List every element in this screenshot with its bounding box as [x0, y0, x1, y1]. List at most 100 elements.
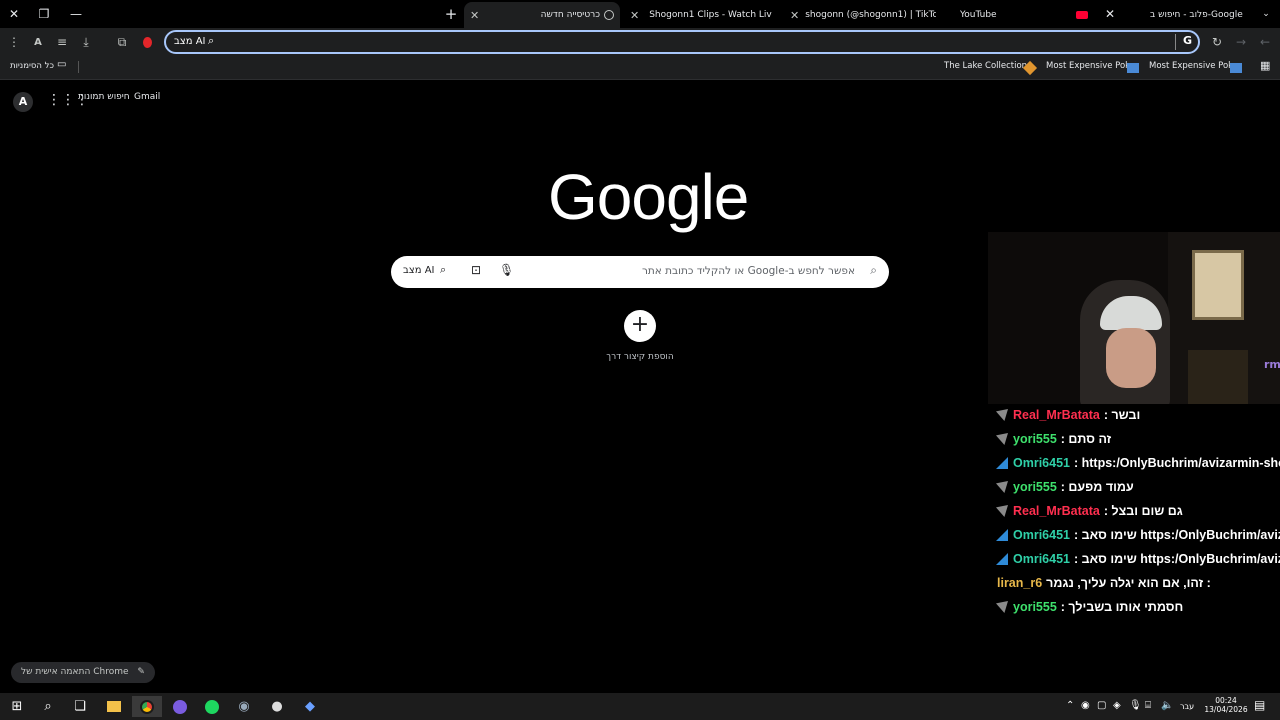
forward-icon[interactable]: → [1231, 32, 1251, 52]
chat-text: : עמוד מפעם [1060, 480, 1134, 494]
chat-message: liran_r6 זהו, אם הוא יגלה עליך, נגמר : [994, 571, 1280, 595]
chat-message: yori555: זה סתם [994, 427, 1280, 451]
subscriber-badge-icon [996, 553, 1008, 565]
tray-app-icon[interactable]: ◉ [1081, 700, 1090, 711]
account-avatar[interactable]: A [13, 92, 33, 112]
apps-grid-icon[interactable]: ▦ [1260, 59, 1270, 72]
bookmark-item[interactable]: Most Expensive Pok... [1046, 61, 1138, 71]
gmail-link[interactable]: Gmail [134, 92, 160, 102]
wall-poster [1192, 250, 1244, 320]
bookmarks-bar: כל הסימניות ▭ The Lake Collection... Mos… [0, 56, 1280, 80]
tab-search-icon[interactable]: ⌄ [1252, 0, 1280, 28]
search-input[interactable]: אפשר לחפש ב-Google או להקליד כתובת אתר [642, 265, 855, 277]
download-icon[interactable]: ⤓ [76, 32, 96, 52]
ai-search-icon: ⌕ [208, 34, 215, 47]
google-lens-icon[interactable]: G [1183, 34, 1192, 47]
tab-kick[interactable]: ✕ Shogonn1 Clips - Watch Liv [624, 4, 774, 26]
images-link[interactable]: חיפוש תמונות [78, 92, 130, 102]
chat-username[interactable]: liran_r6 [997, 576, 1042, 590]
search-box[interactable]: מצב AI ⌕ ⊡ 🎙 אפשר לחפש ב-Google או להקלי… [391, 256, 889, 288]
chat-badge-icon [996, 409, 1008, 421]
extension-red-icon[interactable] [137, 32, 157, 52]
google-lens-icon[interactable]: ⊡ [471, 263, 481, 277]
chat-username[interactable]: Omri6451 [1013, 552, 1070, 566]
tab-youtube[interactable]: YouTube [944, 4, 1094, 26]
app-icon[interactable] [169, 696, 191, 717]
tray-app-icon[interactable]: ◈ [1113, 700, 1121, 711]
tab-title: shogonn (@shogonn1) | TikTok [805, 10, 936, 20]
customize-label: התאמה אישית של Chrome [21, 667, 129, 677]
extensions-icon[interactable]: ⧉ [112, 32, 132, 52]
bookmark-item[interactable]: Most Expensive Pok... [1149, 61, 1241, 71]
steam-icon[interactable]: ◉ [233, 696, 255, 717]
tab-google-search[interactable]: פלוב - חיפוש ב-Google [1120, 4, 1250, 26]
spotify-icon[interactable] [201, 696, 223, 717]
mic-icon[interactable]: 🎙 [499, 263, 514, 277]
search-icon[interactable]: ⌕ [37, 696, 59, 717]
file-explorer-icon[interactable] [103, 696, 125, 717]
chat-username[interactable]: Real_MrBatata [1013, 408, 1100, 422]
clock[interactable]: 00:24 13/04/2026 [1204, 696, 1248, 714]
close-tab-icon[interactable]: ✕ [470, 9, 479, 22]
mic-icon[interactable]: 🎙 [1129, 700, 1142, 711]
task-view-icon[interactable]: ❏ [69, 696, 91, 717]
menu-icon[interactable]: ⋮ [4, 32, 24, 52]
chat-username[interactable]: Omri6451 [1013, 528, 1070, 542]
reload-icon[interactable]: ↻ [1207, 32, 1227, 52]
tab-new-tab[interactable]: ✕ כרטיסייה חדשה [464, 2, 620, 28]
chat-text: : חסמתי אותו בשבילך [1060, 600, 1184, 614]
new-tab-button[interactable]: + [437, 0, 465, 28]
chrome-taskbar-icon[interactable] [132, 696, 162, 717]
network-icon[interactable]: ⌸ [1145, 700, 1151, 711]
ai-mode-button[interactable]: מצב AI [403, 265, 434, 276]
customize-chrome-button[interactable]: התאמה אישית של Chrome ✎ [11, 662, 155, 683]
address-bar[interactable]: מצב AI ⌕ G [164, 30, 1200, 54]
chat-badge-icon [996, 481, 1008, 493]
tab-tiktok[interactable]: ✕ shogonn (@shogonn1) | TikTok ♪ [784, 4, 936, 26]
chat-username[interactable]: yori555 [1013, 600, 1057, 614]
close-window-icon[interactable]: ✕ [0, 0, 28, 28]
chat-text: : גם שום ובצל [1103, 504, 1183, 518]
volume-icon[interactable]: 🔈 [1161, 700, 1173, 711]
chat-message: Real_MrBatata: ובשר [994, 403, 1280, 427]
reading-list-icon[interactable]: ≡ [52, 32, 72, 52]
tab-strip: ✕ ❐ — + ✕ כרטיסייה חדשה ✕ Shogonn1 Clips… [0, 0, 1280, 28]
app-blue-icon[interactable]: ◆ [299, 696, 321, 717]
subscriber-badge-icon [996, 529, 1008, 541]
windows-taskbar: ⊞ ⌕ ❏ ◉ ● ◆ ⌃ ◉ ▢ ◈ 🎙 ⌸ 🔈 עבר 00:24 13/0… [0, 693, 1280, 720]
chat-username[interactable]: Real_MrBatata [1013, 504, 1100, 518]
pencil-icon: ✎ [137, 667, 145, 677]
subscriber-badge-icon [996, 457, 1008, 469]
tray-chevron-icon[interactable]: ⌃ [1066, 700, 1074, 711]
start-icon[interactable]: ⊞ [6, 696, 28, 717]
chat-text: : https:/OnlyBuchrim/avizarmin-sho [1073, 456, 1280, 470]
language-indicator[interactable]: עבר [1180, 702, 1194, 711]
minimize-window-icon[interactable]: — [62, 0, 90, 28]
chat-message: Omri6451: https:/OnlyBuchrim/avizarmin-s… [994, 451, 1280, 475]
folder-icon: ▭ [57, 59, 67, 70]
stream-chat: Real_MrBatata: ובשר yori555: זה סתם Omri64… [994, 403, 1280, 619]
tray-app-icon[interactable]: ▢ [1097, 700, 1106, 711]
chat-username[interactable]: yori555 [1013, 480, 1057, 494]
overlay-text: rm [1264, 358, 1280, 371]
chat-text: זהו, אם הוא יגלה עליך, נגמר : [1046, 576, 1211, 590]
github-icon[interactable]: ● [266, 696, 288, 717]
tab-title: כרטיסייה חדשה [540, 10, 600, 20]
close-tab-icon[interactable]: ✕ [790, 9, 799, 22]
add-shortcut-button[interactable]: + [624, 310, 656, 342]
all-bookmarks-label[interactable]: כל הסימניות [10, 61, 54, 71]
tab-title: YouTube [960, 10, 997, 20]
google-logo: Google [548, 161, 749, 233]
chat-message: yori555: חסמתי אותו בשבילך [994, 595, 1280, 619]
restore-window-icon[interactable]: ❐ [30, 0, 58, 28]
back-icon[interactable]: ← [1255, 32, 1275, 52]
chat-message: Omri6451: שימו סאב https:/OnlyBuchrim/av… [994, 523, 1280, 547]
chat-username[interactable]: Omri6451 [1013, 456, 1070, 470]
chat-username[interactable]: yori555 [1013, 432, 1057, 446]
notification-icon[interactable]: ▤ [1254, 698, 1265, 712]
profile-icon[interactable]: A [28, 32, 48, 52]
youtube-icon [1076, 11, 1088, 19]
bookmark-item[interactable]: The Lake Collection... [944, 61, 1035, 71]
close-tab-icon[interactable]: ✕ [630, 9, 639, 22]
bookmark-favicon-icon [1230, 63, 1242, 73]
